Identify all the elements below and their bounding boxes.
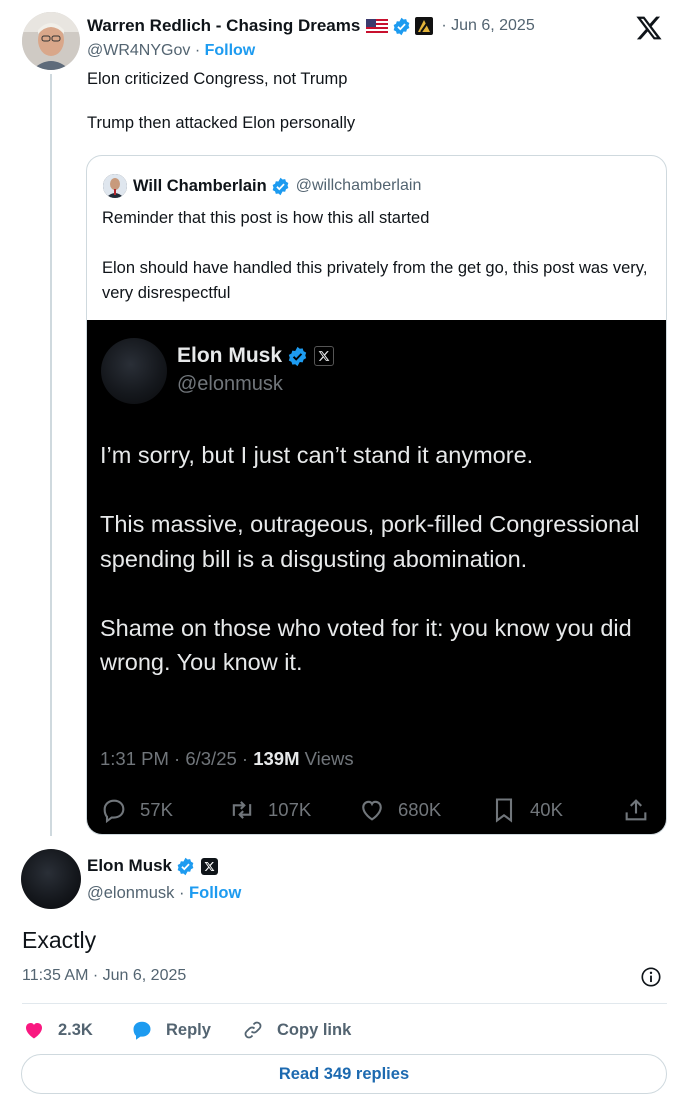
quote-tweet-text: Reminder that this post is how this all … — [102, 209, 648, 302]
copy-link-label: Copy link — [277, 1020, 352, 1039]
read-replies-button[interactable]: Read 349 replies — [21, 1054, 667, 1094]
reply-button[interactable]: Reply — [130, 1016, 211, 1044]
info-icon[interactable] — [640, 966, 662, 988]
x-logo-icon[interactable] — [635, 14, 663, 42]
verified-badge-icon[interactable] — [392, 17, 411, 36]
like-count: 2.3K — [58, 1020, 93, 1039]
embedded-reply-stat: 57K — [100, 796, 173, 824]
embedded-author-handle: @elonmusk — [177, 373, 283, 395]
verified-badge-icon — [287, 346, 308, 367]
embedded-action-bar: 57K 107K 680K 40K — [100, 796, 660, 828]
link-icon — [244, 1021, 262, 1039]
copy-link-button[interactable]: Copy link — [241, 1016, 351, 1044]
embedded-tweet-text: I’m sorry, but I just can’t stand it any… — [100, 442, 640, 675]
main-handle-row: @elonmusk · Follow — [87, 884, 241, 903]
quote-author-handle: @willchamberlain — [295, 177, 422, 194]
bookmark-icon — [495, 798, 513, 823]
embedded-views-label: Views — [299, 748, 354, 769]
embedded-share-stat — [622, 796, 662, 824]
x-affiliation-icon — [314, 346, 335, 366]
parent-author-name[interactable]: Warren Redlich - Chasing Dreams — [87, 16, 360, 36]
us-flag-icon — [366, 19, 389, 33]
embedded-views-count: 139M — [253, 748, 300, 769]
handle-separator: · — [190, 42, 205, 59]
embedded-repost-count: 107K — [268, 799, 312, 820]
x-affiliation-icon[interactable] — [201, 857, 219, 875]
main-author-header: Elon Musk — [87, 856, 219, 876]
reply-label: Reply — [166, 1020, 211, 1039]
main-action-bar: 2.3K Reply Copy link — [22, 1016, 622, 1044]
main-tweet-text: Exactly — [22, 927, 97, 953]
embedded-repost-stat: 107K — [228, 796, 311, 824]
main-author-name[interactable]: Elon Musk — [87, 856, 172, 876]
main-follow-button[interactable]: Follow — [189, 884, 241, 902]
reply-icon — [103, 799, 125, 824]
embedded-tweet-time: 1:31 PM · 6/3/25 · — [100, 748, 254, 769]
quoted-tweet-card[interactable]: Will Chamberlain @willchamberlain Remind… — [86, 155, 667, 835]
parent-handle[interactable]: @WR4NYGov — [87, 42, 190, 59]
embedded-reply-count: 57K — [140, 799, 173, 820]
embedded-bookmark-stat: 40K — [490, 796, 563, 824]
repost-icon — [232, 801, 252, 819]
main-author-avatar[interactable] — [21, 849, 81, 909]
thread-connector-line — [50, 74, 52, 836]
main-handle[interactable]: @elonmusk — [87, 884, 174, 902]
embedded-bookmark-count: 40K — [530, 799, 563, 820]
quote-author-header: Will Chamberlain @willchamberlain — [103, 174, 421, 198]
embedded-author-header: Elon Musk — [177, 344, 335, 368]
parent-date[interactable]: · Jun 6, 2025 — [441, 17, 534, 35]
handle-separator: · — [174, 884, 190, 902]
affiliate-badge-icon[interactable] — [415, 17, 434, 35]
parent-author-header: Warren Redlich - Chasing Dreams · Jun 6,… — [87, 14, 535, 38]
heart-filled-icon — [26, 1023, 42, 1039]
embedded-tweet-meta: 1:31 PM · 6/3/25 · 139M Views — [100, 748, 354, 770]
main-tweet-timestamp[interactable]: 11:35 AM · Jun 6, 2025 — [22, 967, 186, 985]
verified-badge-icon[interactable] — [176, 857, 195, 876]
embedded-like-stat: 680K — [358, 796, 441, 824]
like-button[interactable]: 2.3K — [22, 1016, 93, 1044]
share-icon — [625, 799, 647, 821]
quote-author-name: Will Chamberlain — [133, 176, 267, 195]
heart-icon — [362, 800, 382, 821]
parent-follow-button[interactable]: Follow — [205, 42, 256, 59]
reply-filled-icon — [133, 1021, 151, 1040]
divider — [22, 1003, 667, 1004]
embedded-like-count: 680K — [398, 799, 442, 820]
verified-badge-icon — [271, 177, 290, 196]
embedded-author-avatar — [101, 338, 167, 404]
embedded-author-name: Elon Musk — [177, 344, 283, 367]
parent-author-avatar[interactable] — [22, 12, 80, 70]
parent-tweet-text: Elon criticized Congress, not Trump Trum… — [87, 70, 356, 132]
quote-author-avatar — [103, 174, 127, 198]
parent-handle-row: @WR4NYGov · Follow — [87, 42, 255, 60]
embedded-screenshot-image: Elon Musk @elonmusk I’m sorry, but I jus… — [87, 320, 666, 834]
